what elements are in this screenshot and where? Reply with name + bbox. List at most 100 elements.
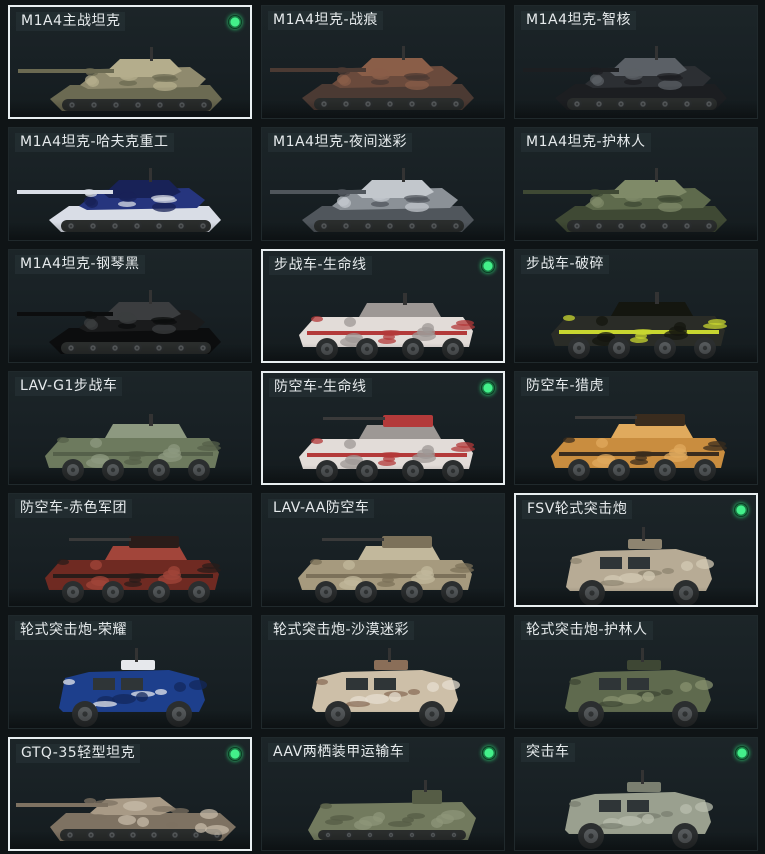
vehicle-skin-name: 步战车-破碎 (521, 255, 610, 274)
vehicle-skin-name: M1A4主战坦克 (16, 12, 126, 31)
tile-floor-shadow (263, 343, 503, 361)
vehicle-skin-tile[interactable]: 步战车-破碎 (514, 249, 758, 363)
tile-floor-shadow (9, 344, 251, 362)
vehicle-skin-name: FSV轮式突击炮 (522, 500, 633, 519)
window (374, 678, 396, 690)
gun-barrel (270, 68, 366, 72)
window (599, 800, 621, 812)
vehicle-skin-name: 轮式突击炮-荣耀 (15, 621, 133, 640)
tile-floor-shadow (515, 100, 757, 118)
owned-indicator-icon (735, 746, 749, 760)
tile-floor-shadow (10, 99, 250, 117)
turret (105, 424, 187, 438)
vehicle-skin-grid: M1A4主战坦克 M1A4坦克-战痕 M1A4坦克-智核 M1A4坦克-哈夫克重工 M1… (0, 0, 765, 854)
vehicle-skin-tile[interactable]: LAV-AA防空车 (261, 493, 505, 607)
turret (104, 180, 181, 198)
gun-barrel (575, 416, 637, 419)
tile-floor-shadow (9, 222, 251, 240)
vehicle-skin-tile[interactable]: AAV两栖装甲运输车 (261, 737, 505, 851)
gun-barrel (323, 417, 385, 420)
turret (358, 546, 440, 560)
tile-floor-shadow (516, 587, 756, 605)
tile-floor-shadow (262, 222, 504, 240)
turret (105, 546, 187, 560)
owned-indicator-icon (481, 381, 495, 395)
window (600, 557, 622, 569)
tile-floor-shadow (262, 710, 504, 728)
turret (357, 180, 434, 198)
turret (357, 58, 434, 76)
vehicle-skin-tile[interactable]: M1A4主战坦克 (8, 5, 252, 119)
vehicle-skin-name: 轮式突击炮-护林人 (521, 621, 653, 640)
tile-floor-shadow (515, 344, 757, 362)
window (93, 678, 115, 690)
vehicle-skin-name: M1A4坦克-夜间迷彩 (268, 133, 413, 152)
owned-indicator-icon (482, 746, 496, 760)
window (346, 678, 368, 690)
vehicle-skin-name: 步战车-生命线 (269, 256, 372, 275)
window (627, 800, 649, 812)
tile-floor-shadow (9, 588, 251, 606)
vehicle-skin-name: 防空车-猎虎 (521, 377, 610, 396)
owned-indicator-icon (734, 503, 748, 517)
turret (412, 790, 442, 804)
tile-floor-shadow (10, 831, 250, 849)
tile-floor-shadow (515, 832, 757, 850)
vehicle-skin-name: GTQ-35轻型坦克 (16, 744, 141, 763)
vehicle-skin-tile[interactable]: LAV-G1步战车 (8, 371, 252, 485)
vehicle-skin-tile[interactable]: FSV轮式突击炮 (514, 493, 758, 607)
vehicle-skin-tile[interactable]: 轮式突击炮-沙漠迷彩 (261, 615, 505, 729)
vehicle-skin-tile[interactable]: 步战车-生命线 (261, 249, 505, 363)
tile-floor-shadow (262, 832, 504, 850)
vehicle-skin-tile[interactable]: M1A4坦克-钢琴黑 (8, 249, 252, 363)
tile-floor-shadow (262, 588, 504, 606)
gun-barrel (16, 803, 108, 807)
vehicle-skin-name: M1A4坦克-钢琴黑 (15, 255, 145, 274)
tile-floor-shadow (515, 710, 757, 728)
gun-barrel (322, 538, 384, 541)
owned-indicator-icon (228, 15, 242, 29)
vehicle-skin-name: M1A4坦克-战痕 (268, 11, 384, 30)
vehicle-skin-tile[interactable]: 突击车 (514, 737, 758, 851)
window (627, 678, 649, 690)
vehicle-skin-tile[interactable]: 防空车-猎虎 (514, 371, 758, 485)
tile-floor-shadow (262, 100, 504, 118)
vehicle-skin-name: 防空车-赤色军团 (15, 499, 133, 518)
vehicle-skin-tile[interactable]: 轮式突击炮-护林人 (514, 615, 758, 729)
turret (610, 58, 687, 76)
vehicle-skin-tile[interactable]: 防空车-赤色军团 (8, 493, 252, 607)
tile-floor-shadow (515, 222, 757, 240)
tile-floor-shadow (9, 466, 251, 484)
vehicle-skin-tile[interactable]: 防空车-生命线 (261, 371, 505, 485)
vehicle-skin-name: 轮式突击炮-沙漠迷彩 (268, 621, 415, 640)
gun-barrel (270, 190, 366, 194)
gun-barrel (69, 538, 131, 541)
gun-barrel (18, 69, 114, 73)
vehicle-skin-tile[interactable]: 轮式突击炮-荣耀 (8, 615, 252, 729)
turret (105, 59, 182, 77)
vehicle-skin-name: M1A4坦克-哈夫克重工 (15, 133, 174, 152)
tile-floor-shadow (515, 466, 757, 484)
gun-barrel (17, 312, 113, 316)
gun-barrel (523, 68, 619, 72)
vehicle-skin-name: LAV-AA防空车 (268, 499, 375, 518)
tile-floor-shadow (263, 465, 503, 483)
vehicle-skin-name: M1A4坦克-智核 (521, 11, 637, 30)
vehicle-skin-tile[interactable]: M1A4坦克-智核 (514, 5, 758, 119)
gun-barrel (523, 190, 619, 194)
vehicle-skin-name: AAV两栖装甲运输车 (268, 743, 410, 762)
vehicle-skin-tile[interactable]: M1A4坦克-护林人 (514, 127, 758, 241)
vehicle-skin-name: 防空车-生命线 (269, 378, 372, 397)
owned-indicator-icon (228, 747, 242, 761)
turret (610, 180, 687, 198)
vehicle-skin-tile[interactable]: M1A4坦克-夜间迷彩 (261, 127, 505, 241)
vehicle-skin-tile[interactable]: M1A4坦克-哈夫克重工 (8, 127, 252, 241)
turret (611, 302, 693, 316)
tile-floor-shadow (9, 710, 251, 728)
window (628, 557, 650, 569)
vehicle-skin-tile[interactable]: M1A4坦克-战痕 (261, 5, 505, 119)
vehicle-skin-name: LAV-G1步战车 (15, 377, 123, 396)
owned-indicator-icon (481, 259, 495, 273)
vehicle-skin-tile[interactable]: GTQ-35轻型坦克 (8, 737, 252, 851)
turret (359, 425, 441, 439)
